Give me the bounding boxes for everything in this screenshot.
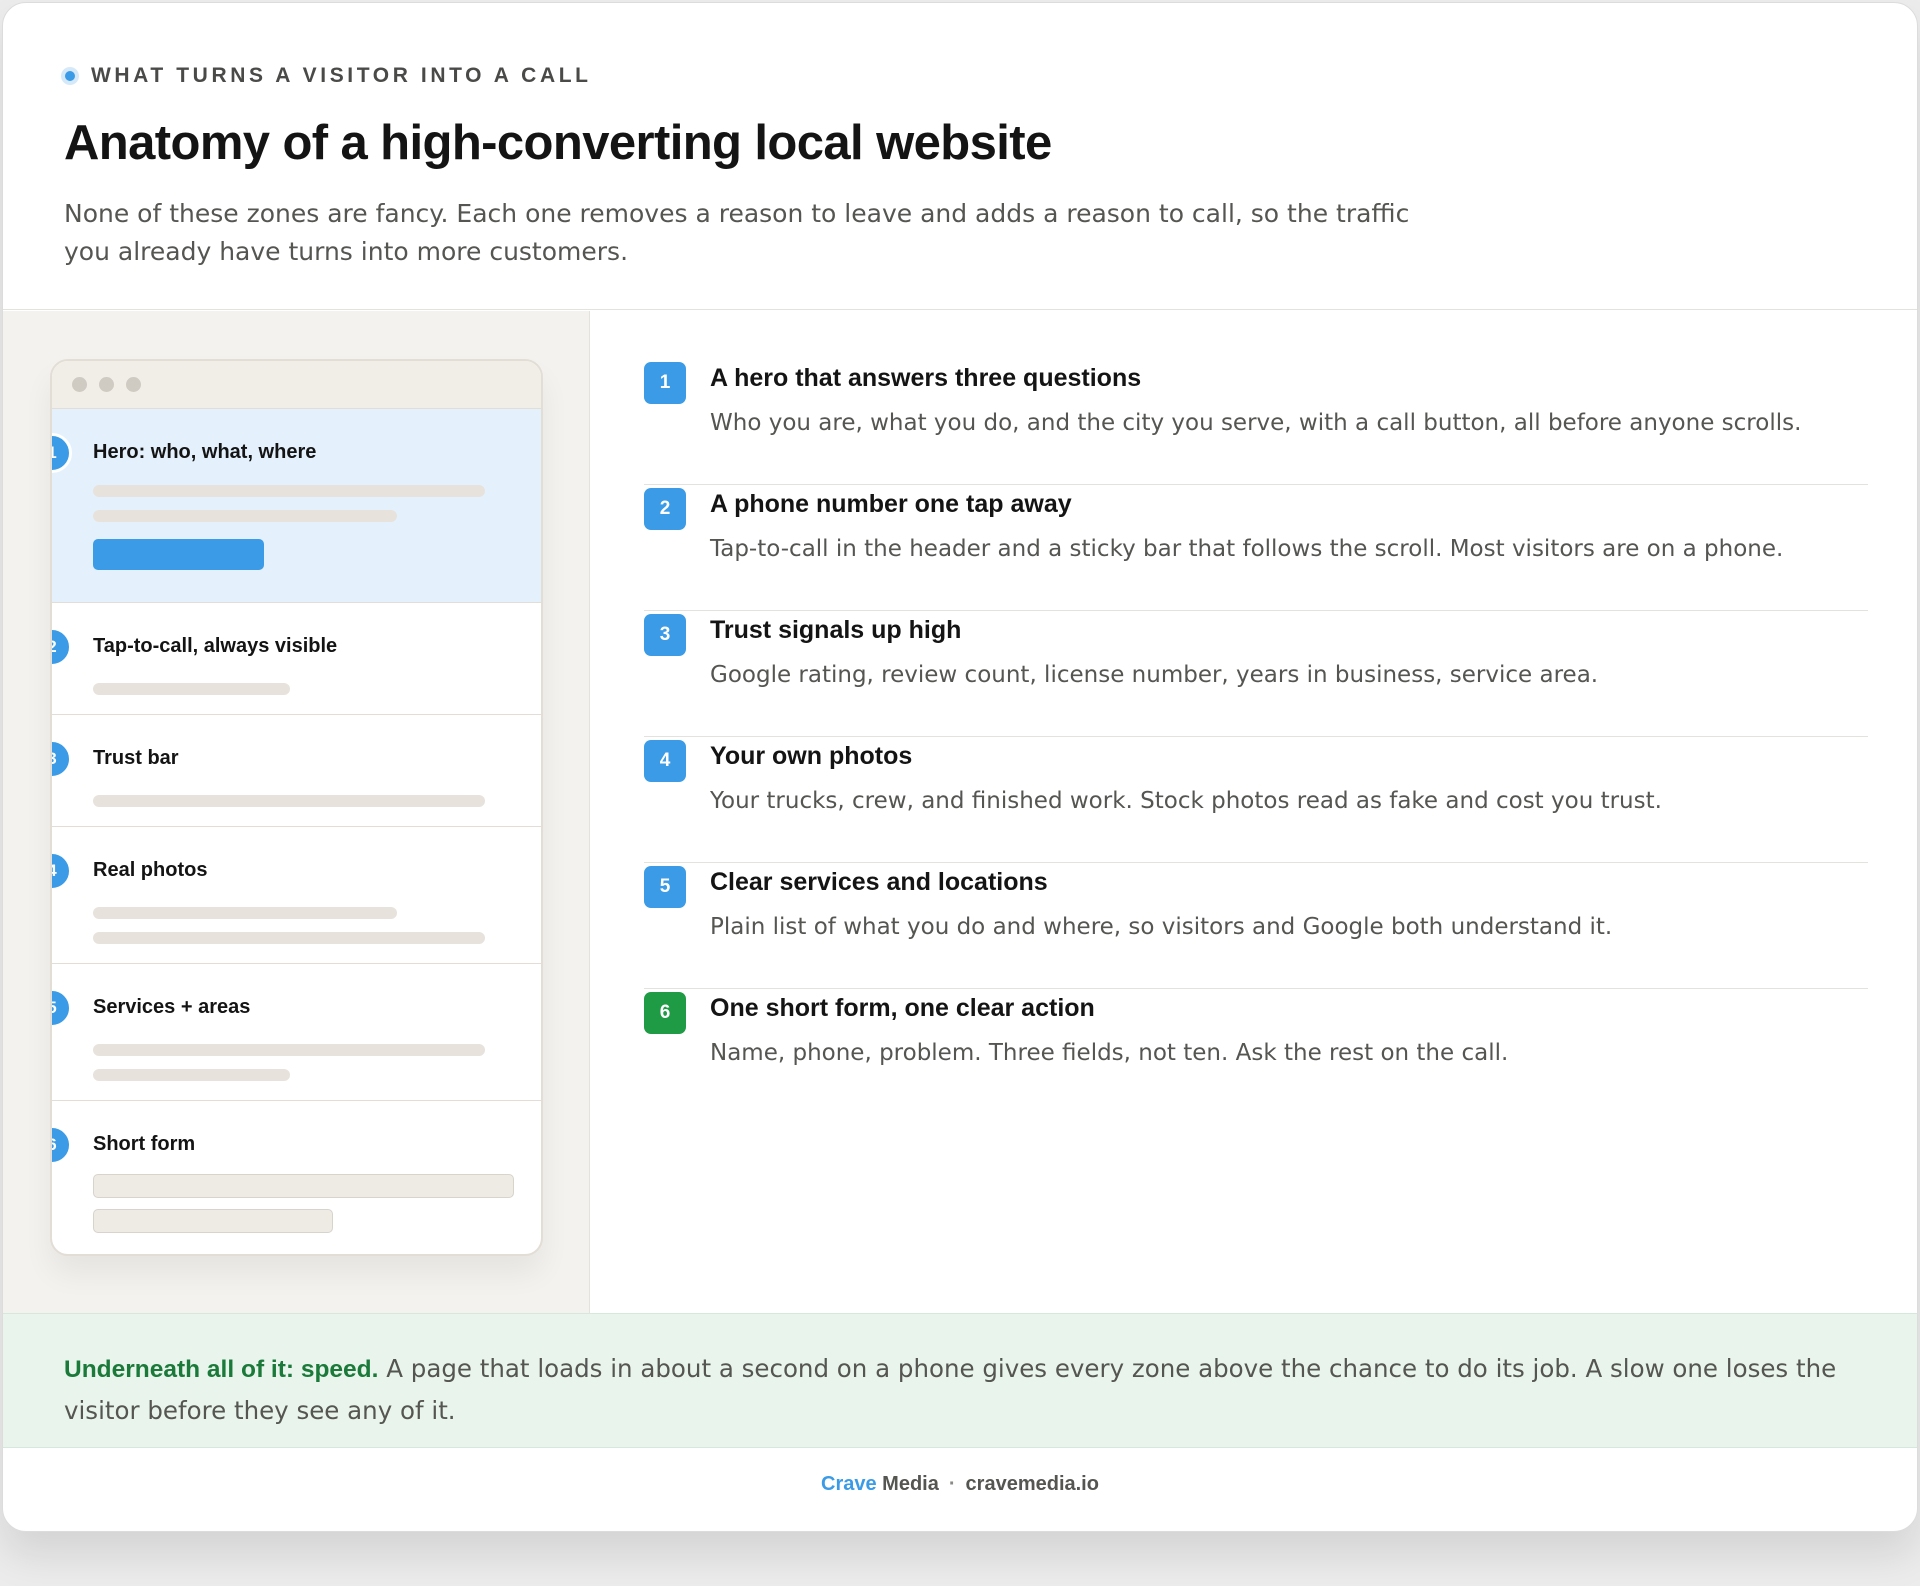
zone-label: Services + areas	[93, 996, 251, 1018]
placeholder-line	[93, 683, 290, 695]
item-title: Your own photos	[710, 742, 913, 770]
placeholder-form-field	[93, 1174, 514, 1198]
dot-icon	[61, 67, 79, 85]
placeholder-line	[93, 1044, 485, 1056]
browser-chrome	[52, 361, 541, 409]
zone-real-photos: 4 Real photos	[52, 827, 541, 964]
infographic-card: WHAT TURNS A VISITOR INTO A CALL Anatomy…	[2, 2, 1918, 1532]
placeholder-line	[93, 485, 485, 497]
speed-callout: Underneath all of it: speed. A page that…	[3, 1313, 1917, 1448]
zone-services-areas: 5 Services + areas	[52, 964, 541, 1101]
brand-name-accent: Crave	[821, 1473, 877, 1495]
list-item: 1 A hero that answers three questions Wh…	[644, 359, 1868, 485]
placeholder-line	[93, 1069, 290, 1081]
placeholder-line	[93, 795, 485, 807]
placeholder-cta-button	[93, 539, 264, 570]
header: WHAT TURNS A VISITOR INTO A CALL Anatomy…	[3, 3, 1917, 310]
window-dot-icon	[72, 377, 87, 392]
window-dot-icon	[99, 377, 114, 392]
item-description: Plain list of what you do and where, so …	[710, 914, 1613, 940]
placeholder-line	[93, 510, 397, 522]
zone-label: Hero: who, what, where	[93, 441, 317, 463]
eyebrow: WHAT TURNS A VISITOR INTO A CALL	[61, 64, 592, 88]
placeholder-line	[93, 932, 485, 944]
zone-number-badge: 4	[52, 851, 72, 891]
zone-label: Tap-to-call, always visible	[93, 635, 338, 657]
item-description: Who you are, what you do, and the city y…	[710, 410, 1802, 436]
zone-number-badge: 3	[52, 739, 72, 779]
list-item: 4 Your own photos Your trucks, crew, and…	[644, 737, 1868, 863]
footer-domain: cravemedia.io	[965, 1473, 1099, 1495]
page-subtitle: None of these zones are fancy. Each one …	[64, 199, 1410, 266]
item-title: Clear services and locations	[710, 868, 1048, 896]
main-content: 1 Hero: who, what, where 2 Tap-to-call, …	[3, 311, 1917, 1313]
list-item: 5 Clear services and locations Plain lis…	[644, 863, 1868, 989]
item-number-badge: 1	[644, 362, 686, 404]
zone-number-badge: 5	[52, 988, 72, 1028]
item-title: One short form, one clear action	[710, 994, 1095, 1022]
item-title: Trust signals up high	[710, 616, 962, 644]
zone-short-form: 6 Short form	[52, 1101, 541, 1254]
item-number-badge: 5	[644, 866, 686, 908]
zone-hero: 1 Hero: who, what, where	[52, 409, 541, 603]
zone-explanations: 1 A hero that answers three questions Wh…	[644, 359, 1868, 1115]
item-description: Google rating, review count, license num…	[710, 662, 1599, 688]
placeholder-form-field	[93, 1209, 333, 1233]
footer-separator: ·	[948, 1473, 956, 1495]
speed-lead: Underneath all of it: speed.	[64, 1356, 379, 1383]
item-number-badge: 6	[644, 992, 686, 1034]
page-title: Anatomy of a high-converting local websi…	[64, 116, 1052, 170]
mockup-panel: 1 Hero: who, what, where 2 Tap-to-call, …	[3, 311, 590, 1313]
zone-label: Trust bar	[93, 747, 179, 769]
zone-number-badge: 2	[52, 627, 72, 667]
zone-label: Short form	[93, 1133, 196, 1155]
zone-label: Real photos	[93, 859, 208, 881]
zone-tap-to-call: 2 Tap-to-call, always visible	[52, 603, 541, 715]
footer: Crave Media · cravemedia.io	[3, 1473, 1917, 1496]
item-description: Tap-to-call in the header and a sticky b…	[710, 536, 1784, 562]
list-item: 3 Trust signals up high Google rating, r…	[644, 611, 1868, 737]
zone-number-badge: 6	[52, 1125, 72, 1165]
window-dot-icon	[126, 377, 141, 392]
list-item: 2 A phone number one tap away Tap-to-cal…	[644, 485, 1868, 611]
website-mockup: 1 Hero: who, what, where 2 Tap-to-call, …	[50, 359, 543, 1256]
item-description: Name, phone, problem. Three fields, not …	[710, 1040, 1509, 1066]
item-title: A hero that answers three questions	[710, 364, 1142, 392]
item-description: Your trucks, crew, and finished work. St…	[710, 788, 1662, 814]
list-item: 6 One short form, one clear action Name,…	[644, 989, 1868, 1115]
eyebrow-text: WHAT TURNS A VISITOR INTO A CALL	[91, 64, 592, 87]
item-number-badge: 3	[644, 614, 686, 656]
placeholder-line	[93, 907, 397, 919]
zone-trust-bar: 3 Trust bar	[52, 715, 541, 827]
item-title: A phone number one tap away	[710, 490, 1072, 518]
brand-name-rest: Media	[876, 1473, 939, 1495]
item-number-badge: 2	[644, 488, 686, 530]
item-number-badge: 4	[644, 740, 686, 782]
zone-number-badge: 1	[52, 433, 72, 473]
